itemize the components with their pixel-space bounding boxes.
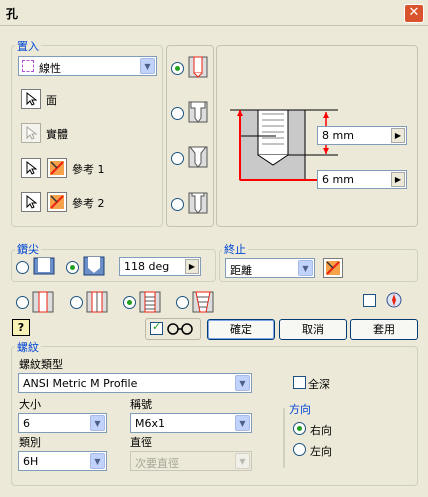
diameter-label: 直徑 <box>130 436 152 449</box>
cursor-arrow-icon <box>26 195 37 209</box>
face-select-button[interactable] <box>21 89 41 109</box>
chevron-down-icon: ▼ <box>235 415 250 431</box>
depth-input[interactable]: 8 mm ▶ <box>317 126 407 145</box>
title-bar: 孔 ✕ <box>0 0 428 26</box>
flip-direction-icon <box>50 195 64 209</box>
solid-select-button[interactable] <box>21 123 41 143</box>
spotface-hole-radio[interactable] <box>171 198 184 211</box>
clearance-hole-radio[interactable] <box>70 296 83 309</box>
chevron-down-icon: ▼ <box>140 58 155 74</box>
termination-select[interactable]: 距離 ▼ <box>225 258 315 278</box>
size-select[interactable]: 6 ▼ <box>18 413 107 433</box>
option-checkbox[interactable] <box>363 294 376 307</box>
cursor-arrow-icon <box>26 92 37 106</box>
clearance-hole-icon <box>86 291 108 313</box>
chevron-right-icon[interactable]: ▶ <box>391 128 405 143</box>
diameter-select[interactable]: 次要直徑 ▼ <box>130 451 252 471</box>
drilled-hole-icon <box>32 291 54 313</box>
tapped-hole-radio[interactable] <box>123 296 136 309</box>
diameter-input[interactable]: 6 mm ▶ <box>317 170 407 189</box>
angled-drill-point-icon <box>83 256 105 276</box>
simple-hole-icon <box>188 56 208 78</box>
diameter-value: 6 mm <box>322 173 354 186</box>
window-title: 孔 <box>6 7 19 21</box>
drill-point-legend: 鑽尖 <box>15 241 41 257</box>
flat-drill-point-icon <box>33 257 55 275</box>
compass-icon[interactable] <box>385 291 403 309</box>
thread-type-label: 螺紋類型 <box>19 358 63 371</box>
chevron-right-icon[interactable]: ▶ <box>185 259 199 274</box>
ok-button[interactable]: 確定 <box>207 319 275 340</box>
full-depth-label: 全深 <box>308 378 330 391</box>
reference2-flip-button[interactable] <box>47 192 67 212</box>
tapped-hole-icon <box>139 291 161 313</box>
counterbore-hole-radio[interactable] <box>171 107 184 120</box>
diameter-select-value: 次要直徑 <box>135 457 179 470</box>
linear-placement-icon <box>22 60 34 72</box>
direction-group <box>283 408 285 468</box>
thread-type-select[interactable]: ANSI Metric M Profile ▼ <box>18 373 252 393</box>
spotface-hole-icon <box>188 192 208 214</box>
angled-drill-point-radio[interactable] <box>66 261 79 274</box>
chevron-down-icon: ▼ <box>90 415 105 431</box>
countersink-hole-radio[interactable] <box>171 152 184 165</box>
right-hand-radio[interactable] <box>293 422 306 435</box>
placement-type-value: 線性 <box>39 62 61 75</box>
depth-value: 8 mm <box>322 129 354 142</box>
taper-tapped-hole-icon <box>192 291 214 313</box>
termination-flip-button[interactable] <box>323 258 343 278</box>
class-label: 類別 <box>19 436 41 449</box>
chevron-right-icon[interactable]: ▶ <box>391 172 405 187</box>
counterbore-hole-icon <box>188 101 208 123</box>
full-depth-checkbox[interactable] <box>293 376 306 389</box>
reference1-flip-button[interactable] <box>47 158 67 178</box>
termination-value: 距離 <box>230 264 252 277</box>
reference1-label: 參考 1 <box>72 163 105 176</box>
reference2-select-button[interactable] <box>21 192 41 212</box>
chevron-down-icon: ▼ <box>298 260 313 276</box>
placement-legend: 置入 <box>15 38 41 54</box>
class-select[interactable]: 6H ▼ <box>18 451 107 471</box>
thread-type-value: ANSI Metric M Profile <box>23 377 138 390</box>
simple-hole-radio[interactable] <box>171 62 184 75</box>
chevron-down-icon: ▼ <box>235 375 250 391</box>
chevron-down-icon: ▼ <box>235 453 250 469</box>
cursor-arrow-icon <box>26 126 37 140</box>
flip-direction-icon <box>326 261 340 275</box>
face-label: 面 <box>46 94 57 107</box>
class-value: 6H <box>23 455 39 468</box>
cursor-arrow-icon <box>26 161 37 175</box>
cancel-button[interactable]: 取消 <box>279 319 347 340</box>
left-hand-label: 左向 <box>310 445 332 458</box>
drilled-hole-radio[interactable] <box>16 296 29 309</box>
reference1-select-button[interactable] <box>21 158 41 178</box>
chevron-down-icon: ▼ <box>90 453 105 469</box>
placement-type-select[interactable]: 線性 ▼ <box>18 56 157 76</box>
help-icon[interactable]: ? <box>12 319 30 336</box>
size-label: 大小 <box>19 398 41 411</box>
designation-label: 稱號 <box>130 398 152 411</box>
drill-angle-input[interactable]: 118 deg ▶ <box>119 257 201 276</box>
taper-tapped-hole-radio[interactable] <box>176 296 189 309</box>
glasses-icon <box>167 323 193 335</box>
thread-legend: 螺紋 <box>15 339 41 355</box>
flat-drill-point-radio[interactable] <box>16 261 29 274</box>
reference2-label: 參考 2 <box>72 197 105 210</box>
designation-value: M6x1 <box>135 417 165 430</box>
countersink-hole-icon <box>188 146 208 168</box>
apply-button[interactable]: 套用 <box>350 319 418 340</box>
close-icon[interactable]: ✕ <box>404 4 424 23</box>
drill-angle-value: 118 deg <box>124 260 170 273</box>
designation-select[interactable]: M6x1 ▼ <box>130 413 252 433</box>
direction-legend: 方向 <box>287 401 313 417</box>
size-value: 6 <box>23 417 30 430</box>
preview-checkbox[interactable] <box>150 320 163 335</box>
right-hand-label: 右向 <box>310 424 332 437</box>
termination-legend: 終止 <box>222 241 248 257</box>
solid-label: 實體 <box>46 128 68 141</box>
left-hand-radio[interactable] <box>293 443 306 456</box>
flip-direction-icon <box>50 161 64 175</box>
